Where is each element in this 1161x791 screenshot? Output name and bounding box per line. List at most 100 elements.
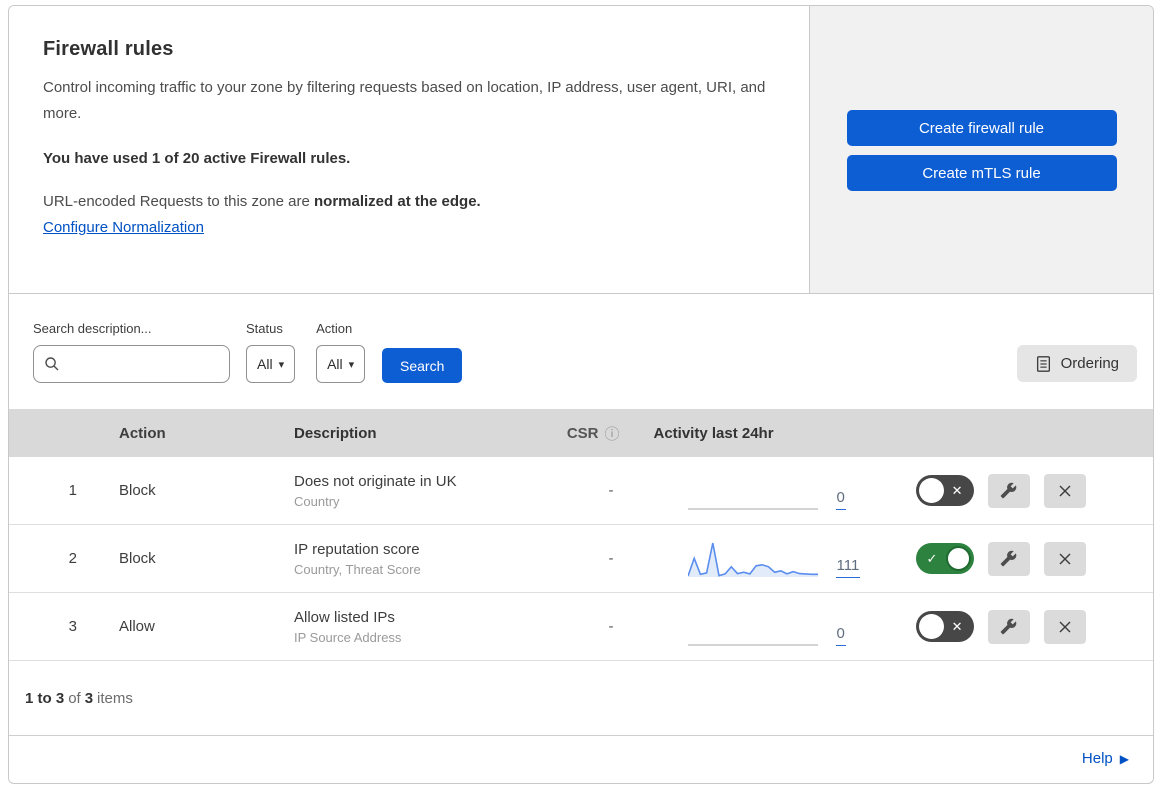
normalization-text: URL-encoded Requests to this zone are no…	[43, 193, 769, 210]
ordering-label: Ordering	[1060, 355, 1119, 372]
activity-sparkline	[687, 542, 818, 577]
edit-rule-button[interactable]	[987, 541, 1030, 576]
pagination-range: 1 to 3	[25, 689, 65, 707]
activity-count-link[interactable]: 0	[835, 625, 846, 646]
create-mtls-rule-button[interactable]: Create mTLS rule	[846, 155, 1117, 191]
configure-normalization-link[interactable]: Configure Normalization	[43, 219, 204, 236]
top-section: Firewall rules Control incoming traffic …	[9, 6, 1153, 294]
column-activity: Activity last 24hr	[653, 424, 774, 442]
action-label: Action	[316, 321, 353, 336]
rule-activity-cell: 0	[644, 606, 904, 648]
status-dropdown[interactable]: All ▾	[246, 345, 296, 383]
ordering-button[interactable]: Ordering	[1016, 345, 1137, 382]
x-icon: ✕	[951, 482, 963, 498]
firewall-rules-page: Firewall rules Control incoming traffic …	[0, 0, 1161, 791]
action-dropdown[interactable]: All ▾	[316, 345, 366, 383]
wrench-icon	[1000, 482, 1017, 499]
wrench-icon	[1000, 550, 1017, 567]
close-icon	[1056, 550, 1074, 568]
page-title: Firewall rules	[43, 38, 174, 60]
table-header: Action Description CSR ⓘ Activity last 2…	[9, 409, 1153, 457]
search-description-input[interactable]	[67, 356, 248, 372]
rule-description-cell: Allow listed IPs IP Source Address	[274, 609, 524, 645]
table-row: 3 Allow Allow listed IPs IP Source Addre…	[9, 593, 1153, 661]
rule-description-cell: Does not originate in UK Country	[274, 473, 524, 509]
rule-description[interactable]: Does not originate in UK	[294, 473, 524, 490]
page-description: Control incoming traffic to your zone by…	[43, 79, 766, 122]
normalization-bold: normalized at the edge.	[314, 193, 481, 210]
rule-csr-value: -	[608, 482, 614, 499]
chevron-down-icon: ▾	[278, 358, 285, 371]
column-action: Action	[119, 424, 166, 442]
rule-match-fields: IP Source Address	[294, 629, 402, 645]
rule-description[interactable]: IP reputation score	[294, 541, 524, 558]
rule-enabled-toggle[interactable]: ✓ ✕	[915, 475, 974, 506]
table-row: 2 Block IP reputation score Country, Thr…	[9, 525, 1153, 593]
search-box[interactable]	[33, 345, 248, 383]
intro-card: Firewall rules Control incoming traffic …	[9, 6, 810, 293]
help-label: Help	[1081, 750, 1113, 767]
wrench-icon	[1000, 618, 1017, 635]
help-arrow-icon: ▶	[1119, 751, 1129, 766]
pagination: 1 to 3 of 3 items	[9, 661, 1153, 736]
rule-activity-cell: 0	[644, 470, 904, 512]
close-icon	[1056, 482, 1074, 500]
create-firewall-rule-button[interactable]: Create firewall rule	[846, 110, 1117, 146]
table-row: 1 Block Does not originate in UK Country…	[9, 457, 1153, 525]
rule-controls: ✓ ✕	[904, 609, 1154, 644]
rule-match-fields: Country	[294, 493, 340, 509]
delete-rule-button[interactable]	[1043, 609, 1086, 644]
help-link[interactable]: Help ▶	[1082, 750, 1129, 767]
chevron-down-icon: ▾	[348, 358, 355, 371]
normalization-prefix: URL-encoded Requests to this zone are	[43, 193, 314, 210]
rule-action: Allow	[119, 618, 155, 635]
toggle-knob	[918, 614, 944, 639]
pagination-of: of	[68, 689, 81, 707]
rule-description-cell: IP reputation score Country, Threat Scor…	[274, 541, 524, 577]
rule-priority: 1	[68, 482, 77, 499]
activity-count-link[interactable]: 111	[835, 557, 861, 578]
rule-enabled-toggle[interactable]: ✓ ✕	[915, 543, 974, 574]
csr-header-label: CSR	[566, 424, 599, 442]
activity-count-link[interactable]: 0	[835, 489, 846, 510]
filter-bar: Search description... Status All ▾ Actio…	[9, 294, 1153, 409]
info-icon[interactable]: ⓘ	[604, 423, 619, 444]
rule-csr-value: -	[608, 618, 614, 635]
rule-description[interactable]: Allow listed IPs	[294, 609, 524, 626]
rule-controls: ✓ ✕	[904, 541, 1154, 576]
search-label: Search description...	[33, 321, 152, 336]
firewall-rules-panel: Firewall rules Control incoming traffic …	[8, 5, 1154, 784]
x-icon: ✕	[951, 618, 963, 634]
pagination-total: 3	[84, 689, 94, 707]
close-icon	[1056, 618, 1074, 636]
column-csr: CSR ⓘ	[524, 423, 644, 444]
help-bar: Help ▶	[9, 736, 1153, 781]
toggle-knob	[918, 478, 944, 503]
action-value: All	[327, 356, 343, 372]
toggle-knob	[945, 546, 971, 571]
search-icon	[44, 356, 60, 372]
rule-action: Block	[119, 482, 156, 499]
rule-priority: 2	[68, 550, 77, 567]
usage-notice: You have used 1 of 20 active Firewall ru…	[43, 150, 351, 167]
rule-priority: 3	[68, 618, 77, 635]
activity-sparkline	[687, 643, 818, 646]
delete-rule-button[interactable]	[1043, 473, 1086, 508]
activity-sparkline	[687, 507, 818, 510]
status-value: All	[257, 356, 273, 372]
rule-enabled-toggle[interactable]: ✓ ✕	[915, 611, 974, 642]
rule-activity-cell: 111	[644, 538, 904, 580]
actions-panel: Create firewall rule Create mTLS rule	[810, 6, 1153, 293]
pagination-items: items	[97, 689, 133, 707]
search-button[interactable]: Search	[382, 348, 463, 383]
action-group: Action All ▾	[316, 321, 366, 383]
delete-rule-button[interactable]	[1043, 541, 1086, 576]
edit-rule-button[interactable]	[987, 609, 1030, 644]
rule-csr-value: -	[608, 550, 614, 567]
status-group: Status All ▾	[246, 321, 296, 383]
column-description: Description	[294, 424, 377, 442]
rule-match-fields: Country, Threat Score	[294, 561, 421, 577]
edit-rule-button[interactable]	[987, 473, 1030, 508]
status-label: Status	[246, 321, 283, 336]
search-group: Search description...	[33, 321, 248, 383]
